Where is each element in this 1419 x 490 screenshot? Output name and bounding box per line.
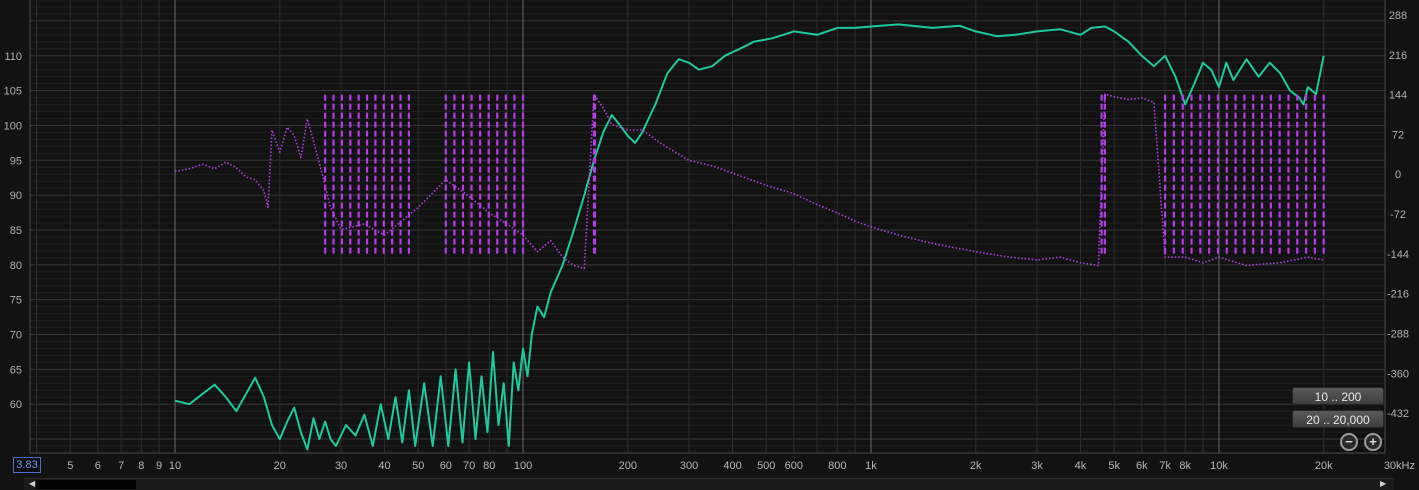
y-left-tick-label: 75	[10, 295, 22, 307]
x-tick-label: 6k	[1136, 460, 1148, 472]
x-tick-label: 10	[169, 460, 181, 472]
y-left-tick-label: 85	[10, 225, 22, 237]
zoom-out-icon[interactable]: −	[1340, 433, 1358, 451]
y-left-tick-label: 80	[10, 260, 22, 272]
x-tick-label: 500	[757, 460, 775, 472]
x-tick-label: 30	[335, 460, 347, 472]
y-right-tick-label: -432	[1387, 408, 1409, 420]
y-left-tick-label: 90	[10, 190, 22, 202]
x-tick-label: 100	[514, 460, 532, 472]
x-tick-label: 50	[412, 460, 424, 472]
scroll-right-arrow-icon[interactable]: ▶	[1380, 479, 1386, 488]
zoom-range-20-20000-button[interactable]: 20 .. 20,000	[1292, 410, 1384, 428]
frequency-response-chart: 6065707580859095100105110 288216144720-7…	[0, 0, 1419, 490]
x-tick-label: 70	[463, 460, 475, 472]
x-tick-label: 6	[95, 460, 101, 472]
x-tick-label: 10k	[1210, 460, 1228, 472]
y-right-tick-label: 0	[1395, 169, 1401, 181]
x-tick-label: 9	[156, 460, 162, 472]
x-tick-label: 7k	[1159, 460, 1171, 472]
y-left-tick-label: 60	[10, 399, 22, 411]
y-right-tick-label: 144	[1389, 90, 1407, 102]
x-tick-label: 2k	[970, 460, 982, 472]
x-tick-label: 3k	[1031, 460, 1043, 472]
x-tick-label: 20k	[1315, 460, 1333, 472]
x-tick-label: 5	[67, 460, 73, 472]
x-tick-label: 30kHz	[1384, 460, 1415, 472]
x-tick-label: 800	[828, 460, 846, 472]
y-left-tick-label: 70	[10, 330, 22, 342]
scrollbar-thumb[interactable]	[36, 480, 136, 489]
x-tick-label: 5k	[1108, 460, 1120, 472]
x-tick-label: 20	[274, 460, 286, 472]
y-right-tick-label: -72	[1390, 209, 1406, 221]
y-right-tick-label: -216	[1387, 289, 1409, 301]
x-tick-label: 60	[440, 460, 452, 472]
x-tick-label: 200	[619, 460, 637, 472]
zoom-in-icon[interactable]: +	[1364, 433, 1382, 451]
y-right-tick-label: -360	[1387, 368, 1409, 380]
x-tick-label: 8	[138, 460, 144, 472]
y-left-tick-label: 105	[4, 86, 22, 98]
horizontal-scrollbar[interactable]	[24, 478, 1394, 490]
x-tick-label: 40	[378, 460, 390, 472]
y-left-tick-label: 110	[4, 51, 22, 63]
x-tick-label: 7	[118, 460, 124, 472]
x-start-readout[interactable]: 3.83	[13, 457, 41, 473]
scroll-left-arrow-icon[interactable]: ◀	[29, 479, 35, 488]
y-right-tick-label: 288	[1389, 10, 1407, 22]
y-left-tick-label: 95	[10, 155, 22, 167]
x-tick-label: 8k	[1179, 460, 1191, 472]
x-tick-label: 400	[723, 460, 741, 472]
x-tick-label: 600	[785, 460, 803, 472]
x-tick-label: 80	[483, 460, 495, 472]
x-tick-label: 4k	[1075, 460, 1087, 472]
y-right-tick-label: 216	[1389, 50, 1407, 62]
x-tick-label: 1k	[865, 460, 877, 472]
zoom-range-10-200-button[interactable]: 10 .. 200	[1292, 387, 1384, 405]
y-left-tick-label: 65	[10, 364, 22, 376]
y-right-tick-label: 72	[1392, 129, 1404, 141]
y-right-tick-label: -144	[1387, 249, 1409, 261]
y-left-tick-label: 100	[4, 120, 22, 132]
x-tick-label: 300	[680, 460, 698, 472]
y-right-tick-label: -288	[1387, 329, 1409, 341]
